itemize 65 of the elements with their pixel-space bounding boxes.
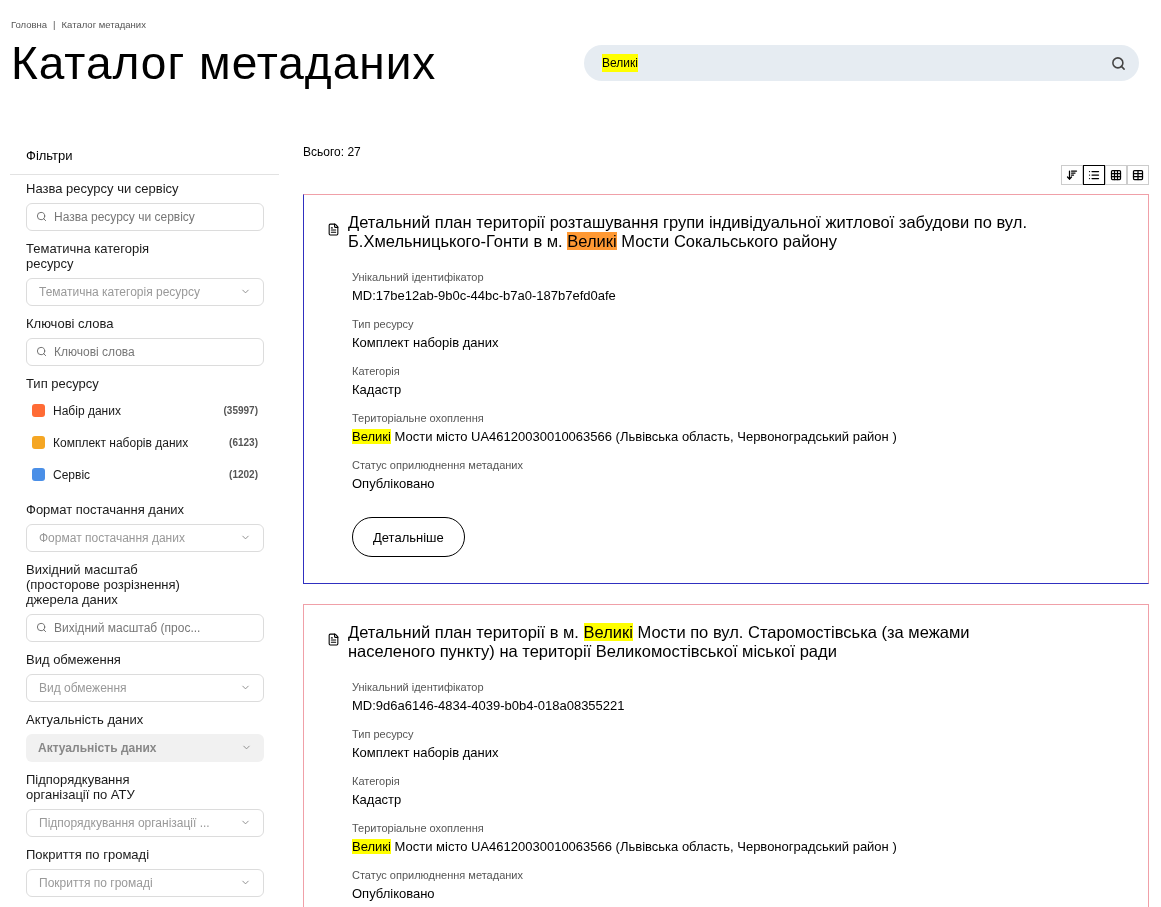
filter-search-field[interactable]: Назва ресурсу чи сервісу — [26, 202, 264, 231]
field-value: Опубліковано — [352, 886, 436, 902]
field-label: Унікальний ідентифікатор — [352, 271, 485, 285]
filter-label: Вид обмеження — [26, 651, 122, 667]
field-value: Великі Мости місто UA46120030010063566 (Львівська область, Червоноградський район ) — [352, 839, 898, 855]
filter-label: Формат постачання даних — [26, 501, 186, 517]
type-color-swatch[interactable] — [32, 468, 45, 482]
type-color-swatch[interactable] — [32, 436, 45, 450]
search-icon — [36, 345, 47, 357]
filter-label: Тематична категорія ресурсу — [26, 240, 151, 271]
grid-view-button[interactable] — [1105, 165, 1127, 186]
field-label: Статус оприлюднення метаданих — [352, 869, 524, 883]
sort-view-button[interactable] — [1061, 165, 1083, 186]
table-icon — [1132, 169, 1144, 182]
field-label: Категорія — [352, 775, 401, 789]
field-value: Кадастр — [352, 382, 403, 398]
type-count: (6123) — [229, 436, 258, 451]
result-title[interactable]: Детальний план території розташування групи індивідуальної житлової забудови по вул. Б.Хмельницького-Гонти в м. Великі Мости Сокальського району — [348, 213, 1053, 252]
type-option[interactable]: Сервіс — [53, 465, 222, 484]
field-label: Унікальний ідентифікатор — [352, 681, 485, 695]
result-title[interactable]: Детальний план території в м. Великі Мости по вул. Старомостівська (за межами населеного пункту) на території Великомостівської міської ради — [348, 623, 1053, 662]
type-color-swatch[interactable] — [32, 404, 45, 418]
filter-label: Тип ресурсу — [26, 375, 100, 391]
field-value: Опубліковано — [352, 476, 436, 492]
field-value: MD:9d6a6146-4834-4039-b0b4-018a08355221 — [352, 698, 626, 714]
field-value: Комплект наборів даних — [352, 745, 500, 761]
field-label: Статус оприлюднення метаданих — [352, 459, 524, 473]
filters-heading: Фільтри — [10, 146, 279, 175]
field-label: Тип ресурсу — [352, 318, 415, 332]
page-title: Каталог метаданих — [11, 36, 437, 91]
document-icon — [327, 633, 340, 647]
type-option[interactable]: Набір даних — [53, 401, 216, 420]
field-label: Територіальне охоплення — [352, 822, 485, 836]
field-label: Територіальне охоплення — [352, 412, 485, 426]
breadcrumb-link[interactable]: Головна — [11, 18, 48, 33]
sort-icon — [1066, 169, 1078, 182]
filter-label: Ключові слова — [26, 315, 115, 331]
field-value: Комплект наборів даних — [352, 335, 500, 351]
search-field[interactable]: Великі — [584, 45, 1139, 81]
list-view-button[interactable] — [1083, 165, 1105, 186]
field-label: Тип ресурсу — [352, 728, 415, 742]
breadcrumb-link[interactable]: Каталог метаданих — [61, 18, 146, 33]
filter-label: Підпорядкування організації по АТУ — [26, 771, 136, 802]
filter-label: Покриття по громаді — [26, 846, 151, 862]
filter-label: Назва ресурсу чи сервісу — [26, 180, 180, 196]
filter-label: Актуальність даних — [26, 711, 145, 727]
document-icon — [327, 223, 340, 237]
search-icon — [36, 621, 47, 633]
type-count: (35997) — [223, 404, 258, 419]
list-icon — [1088, 169, 1100, 182]
search-icon — [36, 210, 47, 222]
filter-search-field[interactable]: Ключові слова — [26, 337, 264, 366]
field-value: Великі Мости місто UA46120030010063566 (Львівська область, Червоноградський район ) — [352, 429, 898, 445]
filter-search-field[interactable]: Вихідний масштаб (прос... — [26, 613, 264, 642]
type-count: (1202) — [229, 468, 258, 483]
type-option[interactable]: Комплект наборів даних — [53, 433, 222, 452]
field-value: MD:17be12ab-9b0c-44bc-b7a0-187b7efd0afe — [352, 288, 617, 304]
field-value: Кадастр — [352, 792, 403, 808]
search-icon[interactable] — [1111, 55, 1126, 71]
filter-label: Вихідний масштаб (просторове розрізнення) джерела даних — [26, 561, 181, 607]
table-view-button[interactable] — [1127, 165, 1149, 186]
total-count: Всього: 27 — [303, 144, 362, 162]
field-label: Категорія — [352, 365, 401, 379]
grid-icon — [1110, 169, 1122, 182]
breadcrumb-separator: | — [53, 18, 56, 32]
